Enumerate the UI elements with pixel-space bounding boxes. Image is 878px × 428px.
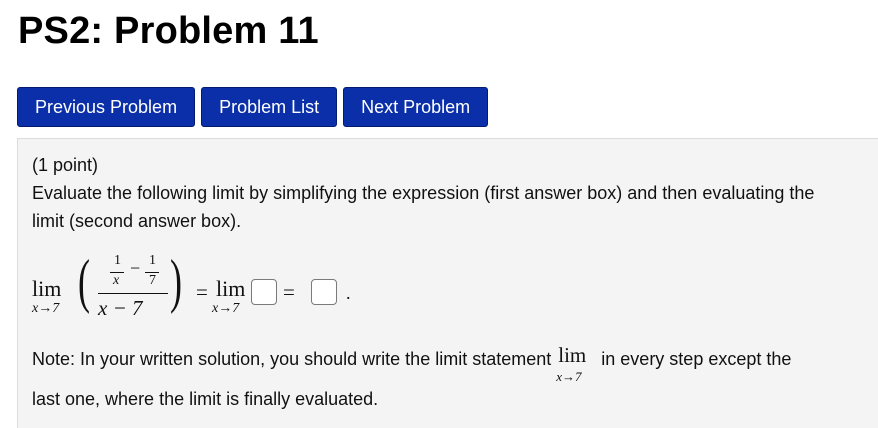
lim-subscript: x→7 [32, 301, 60, 316]
lim-word-2: lim [216, 276, 246, 301]
right-paren: ) [169, 248, 182, 314]
page-title: PS2: Problem 11 [18, 10, 319, 52]
lim-subscript-2: x→7 [212, 301, 240, 316]
problem-nav: Previous Problem Problem List Next Probl… [17, 87, 489, 127]
previous-problem-button[interactable]: Previous Problem [17, 87, 196, 127]
inner-minus: − [130, 258, 141, 278]
note-part-1: Note: In your written solution, you shou… [32, 349, 552, 369]
lim-word: lim [32, 276, 62, 301]
outer-fraction-bar [98, 293, 168, 294]
equals-1: = [196, 280, 208, 304]
note-text: Note: In your written solution, you shou… [32, 343, 792, 384]
note-lim-subscript: x→7 [556, 369, 582, 384]
inner-den-2: 7 [149, 273, 156, 288]
inner-num-1: 1 [114, 253, 121, 268]
equation-period: . [346, 283, 351, 303]
note-limit: lim x→7 [556, 343, 596, 384]
answer-box-2[interactable] [311, 279, 337, 305]
outer-denominator: x − 7 [98, 296, 143, 320]
problem-points: (1 point) [32, 155, 99, 175]
note-line-2: last one, where the limit is finally eva… [32, 389, 379, 409]
equals-2: = [283, 280, 295, 304]
inner-num-2: 1 [149, 253, 156, 268]
problem-list-button[interactable]: Problem List [201, 87, 338, 127]
inner-den-1: x [113, 273, 120, 288]
note-part-2: in every step except the [601, 349, 792, 369]
problem-panel: (1 point) Evaluate the following limit b… [17, 138, 878, 428]
next-problem-button[interactable]: Next Problem [343, 87, 489, 127]
left-paren: ( [77, 248, 90, 314]
problem-instruction: Evaluate the following limit by simplify… [32, 183, 815, 231]
answer-box-1[interactable] [251, 279, 277, 305]
